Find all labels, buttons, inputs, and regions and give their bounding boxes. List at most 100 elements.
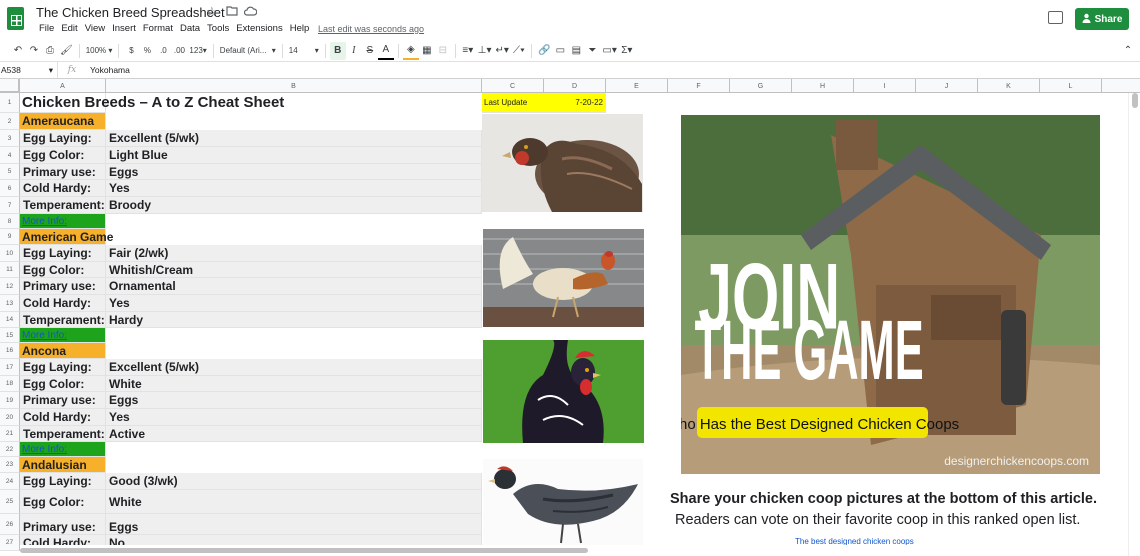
vertical-align-icon[interactable]: ⊥▾ [476,42,494,60]
column-header-g[interactable]: G [730,79,792,93]
strikethrough-button[interactable]: S [362,42,378,60]
paint-format-icon[interactable]: 🖌 [58,42,75,60]
functions-icon[interactable]: Σ▾ [619,42,635,60]
value-cell[interactable]: White [106,490,482,514]
ancona-chicken-image[interactable] [483,340,644,443]
menu-insert[interactable]: Insert [109,23,139,34]
row-header[interactable]: 12 [0,278,20,295]
value-cell[interactable]: Excellent (5/wk) [106,359,482,376]
menu-extensions[interactable]: Extensions [233,23,285,34]
column-header-i[interactable]: I [854,79,916,93]
menu-view[interactable]: View [82,23,108,34]
currency-format-button[interactable]: $ [123,42,139,60]
column-header-c[interactable]: C [482,79,544,93]
breed-name-cell[interactable]: Ancona [20,343,106,359]
value-cell[interactable]: Yes [106,295,482,312]
column-header-k[interactable]: K [978,79,1040,93]
row-header[interactable]: 7 [0,197,20,214]
font-size-select[interactable]: 14 ▾ [287,42,321,60]
row-header[interactable]: 8 [0,214,20,229]
label-cell[interactable]: Egg Laying: [20,359,106,376]
last-edit-link[interactable]: Last edit was seconds ago [318,24,424,34]
row-header[interactable]: 2 [0,113,20,130]
filter-views-icon[interactable]: ▭▾ [600,42,618,60]
menu-help[interactable]: Help [287,23,313,34]
label-cell[interactable]: Cold Hardy: [20,180,106,197]
font-select[interactable]: Default (Ari... ▾ [218,42,278,60]
row-header[interactable]: 25 [0,490,20,514]
row-header[interactable]: 13 [0,295,20,312]
horizontal-scrollbar-thumb[interactable] [20,548,588,553]
row-header[interactable]: 1 [0,93,20,113]
value-cell[interactable]: Fair (2/wk) [106,245,482,262]
menu-edit[interactable]: Edit [58,23,80,34]
value-cell[interactable]: Active [106,426,482,442]
breed-name-cell[interactable]: Ameraucana [20,113,106,130]
value-cell[interactable]: Whitish/Cream [106,262,482,278]
value-cell[interactable]: Yes [106,409,482,426]
breed-name-cell[interactable]: Andalusian [20,457,106,473]
row-header[interactable]: 3 [0,130,20,147]
collapse-toolbar-icon[interactable]: ⌃ [1120,42,1136,60]
horizontal-scrollbar[interactable] [20,545,1128,556]
join-the-game-ad-image[interactable]: JOIN THE GAME Who Has the Best Designed … [681,115,1100,474]
italic-button[interactable]: I [346,42,362,60]
value-cell[interactable]: Eggs [106,514,482,535]
label-cell[interactable]: Egg Laying: [20,473,106,490]
value-cell[interactable]: Yes [106,180,482,197]
zoom-select[interactable]: 100% ▾ [84,42,115,60]
column-header-b[interactable]: B [106,79,482,93]
value-cell[interactable]: Broody [106,197,482,214]
label-cell[interactable]: Temperament: [20,197,106,214]
decrease-decimal-button[interactable]: .0 [155,42,171,60]
share-button[interactable]: Share [1075,8,1129,30]
label-cell[interactable]: Egg Color: [20,147,106,164]
row-header[interactable]: 9 [0,229,20,245]
more-info-link[interactable]: More Info: [20,442,106,457]
horizontal-align-icon[interactable]: ≡▾ [460,42,476,60]
insert-link-icon[interactable]: 🔗 [536,42,552,60]
value-cell[interactable]: Ornamental [106,278,482,295]
column-header-d[interactable]: D [544,79,606,93]
value-cell[interactable]: Hardy [106,312,482,328]
breed-name-cell[interactable]: American Game [20,229,113,245]
label-cell[interactable]: Temperament: [20,312,106,328]
andalusian-chicken-image[interactable] [483,459,643,545]
vertical-scrollbar[interactable] [1128,93,1140,556]
row-header[interactable]: 14 [0,312,20,328]
filter-icon[interactable]: ⏷ [584,42,600,60]
text-rotation-icon[interactable]: ⟋▾ [511,42,527,60]
row-header[interactable]: 15 [0,328,20,343]
insert-chart-icon[interactable]: ▤ [568,42,584,60]
print-icon[interactable]: ⎙ [42,42,58,60]
undo-icon[interactable]: ↶ [10,42,26,60]
row-header[interactable]: 19 [0,392,20,409]
fill-color-icon[interactable]: ◈ [402,42,419,60]
row-header[interactable]: 10 [0,245,20,262]
column-header-e[interactable]: E [606,79,668,93]
formula-input[interactable]: Yokohama [86,65,130,75]
label-cell[interactable]: Egg Color: [20,262,106,278]
bold-button[interactable]: B [329,41,346,60]
row-header[interactable]: 27 [0,535,20,551]
value-cell[interactable]: Light Blue [106,147,482,164]
column-header-h[interactable]: H [792,79,854,93]
row-header[interactable]: 24 [0,473,20,490]
percent-format-button[interactable]: % [139,42,155,60]
row-header[interactable]: 18 [0,376,20,392]
column-header-f[interactable]: F [668,79,730,93]
value-cell[interactable]: Eggs [106,164,482,180]
redo-icon[interactable]: ↷ [26,42,42,60]
label-cell[interactable]: Egg Laying: [20,130,106,147]
row-header[interactable]: 21 [0,426,20,442]
row-header[interactable]: 23 [0,457,20,473]
column-header-l[interactable]: L [1040,79,1102,93]
value-cell[interactable]: Good (3/wk) [106,473,482,490]
label-cell[interactable]: Temperament: [20,426,106,442]
row-header[interactable]: 5 [0,164,20,180]
document-title[interactable]: The Chicken Breed Spreadsheet [36,5,225,20]
label-cell[interactable]: Cold Hardy: [20,295,106,312]
row-header[interactable]: 22 [0,442,20,457]
comment-history-icon[interactable] [1048,11,1063,24]
more-formats-select[interactable]: 123 ▾ [187,42,208,60]
